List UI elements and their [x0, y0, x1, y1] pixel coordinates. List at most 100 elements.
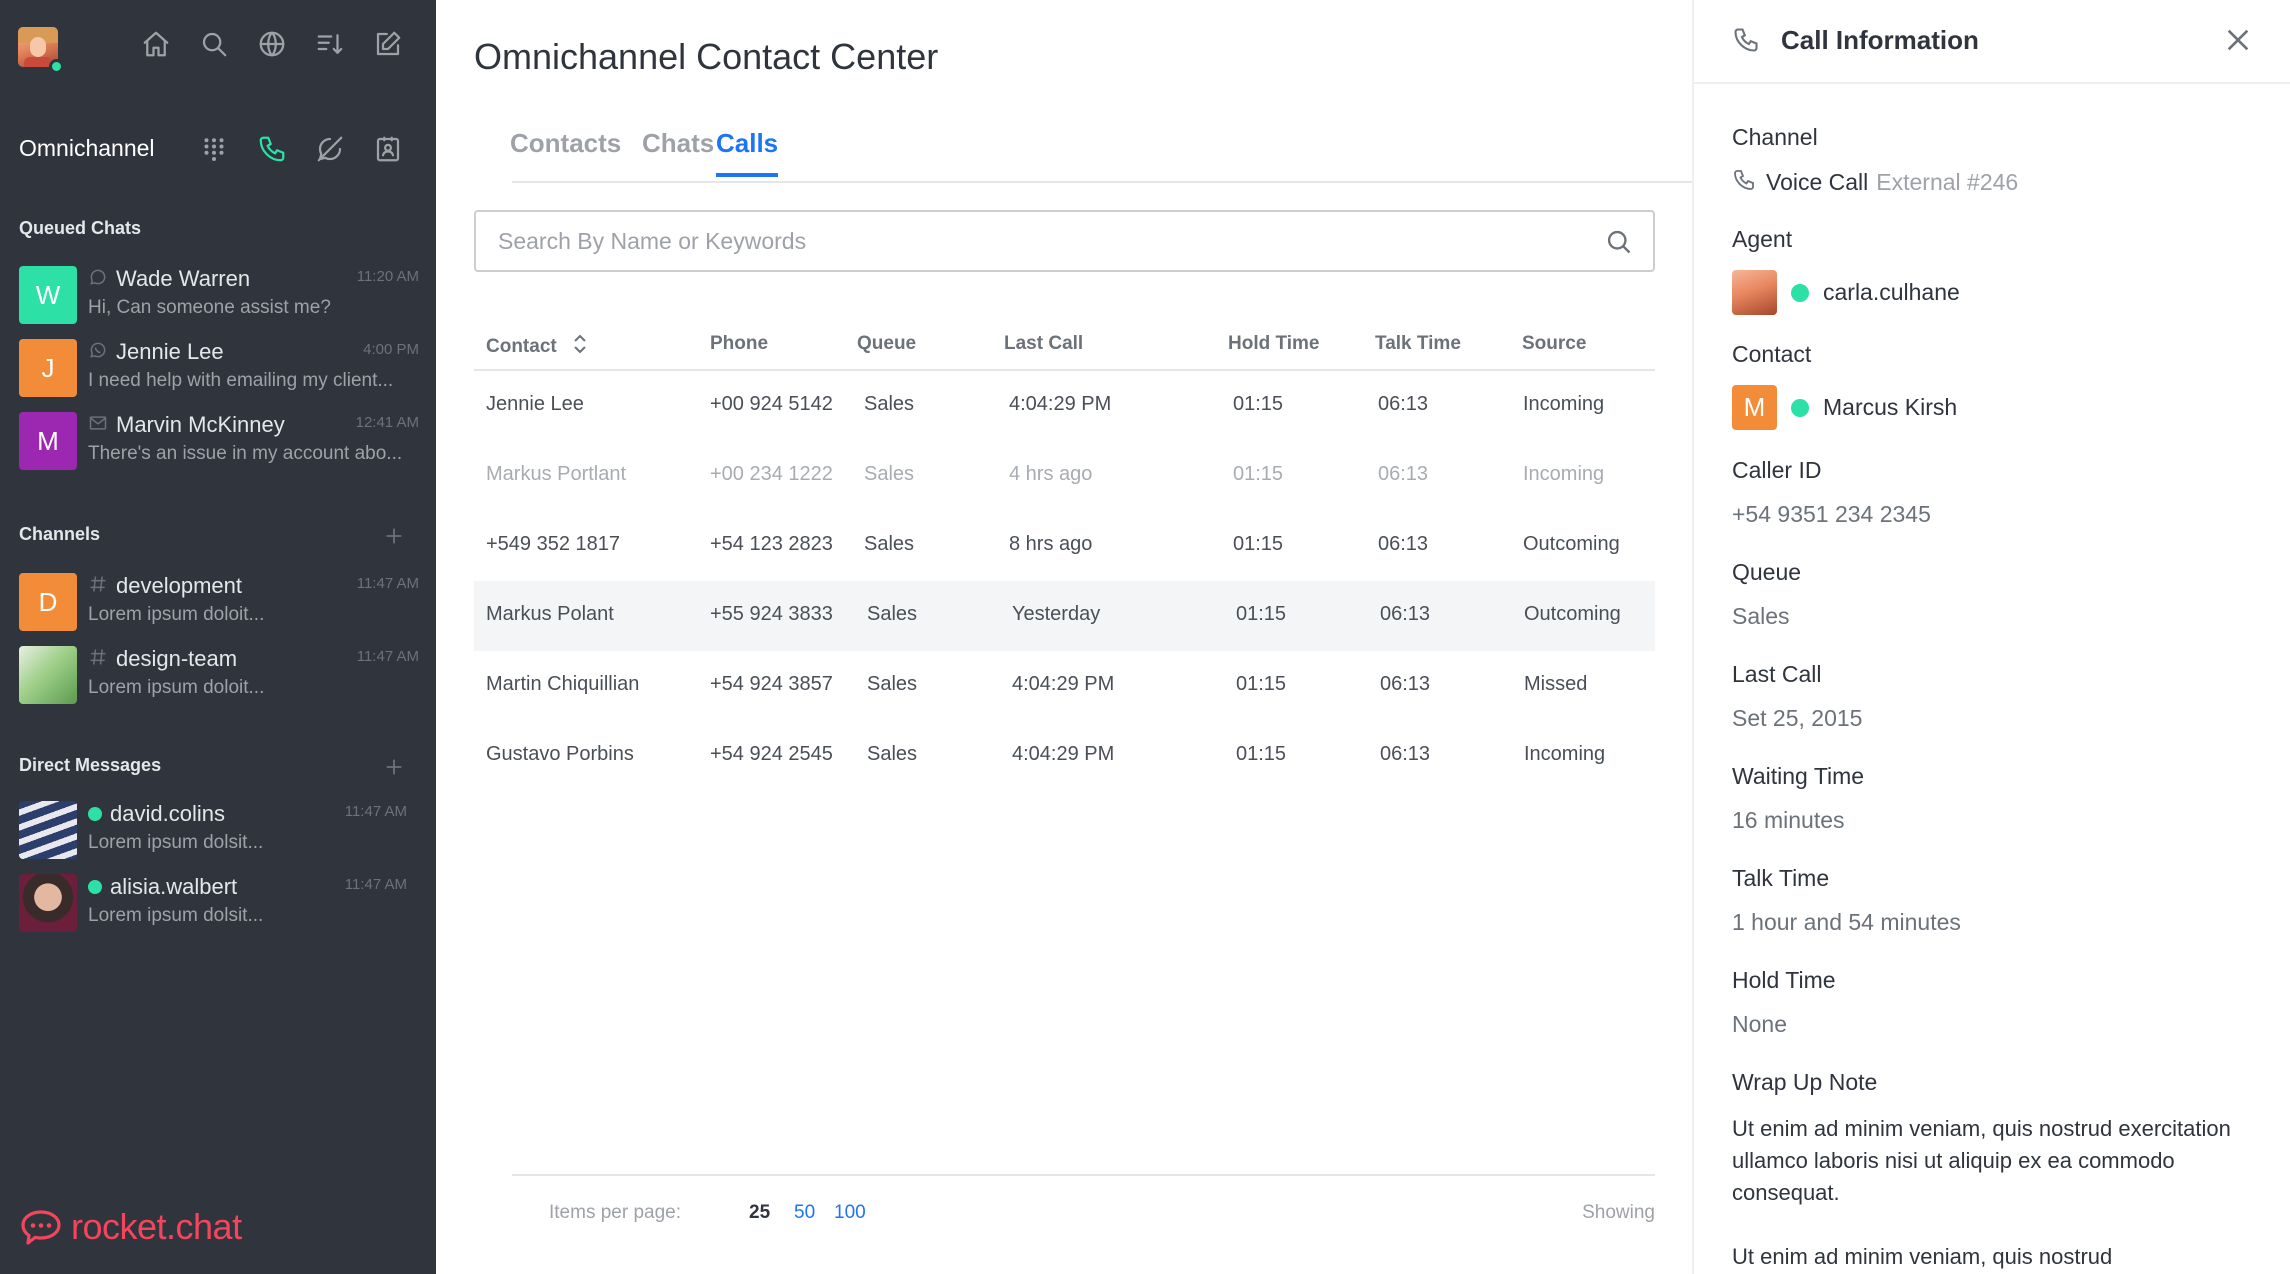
contact-label: Contact	[1732, 341, 1812, 367]
column-header-queue[interactable]: Queue	[857, 333, 916, 355]
cell-queue: Sales	[864, 533, 915, 555]
cell-talk-time: 06:13	[1378, 393, 1429, 415]
panel-title: Call Information	[1781, 25, 1979, 55]
channel-value: Voice Call	[1766, 169, 1869, 195]
close-icon[interactable]	[2222, 24, 2254, 56]
search-input[interactable]	[498, 224, 1578, 258]
dialpad-icon[interactable]	[198, 133, 230, 165]
tab-calls[interactable]: Calls	[716, 128, 779, 177]
directory-globe-icon[interactable]	[256, 28, 288, 60]
dm-item[interactable]: david.colins 11:47 AM Lorem ipsum dolsit…	[19, 797, 419, 865]
dm-item[interactable]: alisia.walbert 11:47 AM Lorem ipsum dols…	[19, 870, 419, 938]
channel-extension: External #246	[1876, 169, 2019, 195]
hashtag-icon	[88, 574, 108, 599]
add-dm-plus-icon[interactable]	[383, 756, 405, 778]
search-icon[interactable]	[198, 28, 230, 60]
table-row[interactable]: Martin Chiquillian +54 924 3857 Sales 4:…	[474, 651, 1655, 721]
caller-id-value: +54 9351 234 2345	[1732, 501, 1931, 527]
avatar: W	[19, 266, 77, 324]
phone-icon[interactable]	[256, 133, 288, 165]
cell-queue: Sales	[867, 603, 918, 625]
rocket-logo-icon	[21, 1210, 61, 1245]
cell-hold-time: 01:15	[1233, 463, 1284, 485]
agent-row[interactable]: carla.culhane	[1732, 270, 1960, 315]
cell-queue: Sales	[864, 393, 915, 415]
column-header-source[interactable]: Source	[1522, 333, 1586, 355]
table-row[interactable]: +549 352 1817 +54 123 2823 Sales 8 hrs a…	[474, 511, 1655, 581]
sort-icon[interactable]	[572, 333, 588, 361]
hashtag-icon	[88, 647, 108, 672]
cell-contact: Markus Polant	[486, 603, 614, 625]
queued-chat-item[interactable]: J Jennie Lee 4:00 PM I need help with em…	[19, 335, 419, 403]
dm-time: 11:47 AM	[344, 876, 407, 893]
tab-contacts[interactable]: Contacts	[510, 128, 621, 173]
search-icon[interactable]	[1605, 228, 1633, 256]
table-row-selected[interactable]: Markus Polant +55 924 3833 Sales Yesterd…	[474, 581, 1655, 651]
hold-time-label: Hold Time	[1732, 967, 1836, 993]
showing-count: Showing	[1582, 1202, 1655, 1223]
omnichannel-title: Omnichannel	[19, 135, 155, 161]
cell-talk-time: 06:13	[1378, 533, 1429, 555]
direct-messages-heading: Direct Messages	[19, 755, 162, 775]
table-row[interactable]: Gustavo Porbins +54 924 2545 Sales 4:04:…	[474, 721, 1655, 791]
column-header-last-call[interactable]: Last Call	[1004, 333, 1083, 355]
cell-last-call: 4:04:29 PM	[1009, 393, 1112, 415]
channel-value-row: Voice Call External #246	[1732, 168, 2018, 197]
wrap-up-note-text: Ut enim ad minim veniam, quis nostrud ex…	[1732, 1116, 2231, 1205]
panel-header: Call Information	[1694, 0, 2290, 84]
cell-queue: Sales	[867, 743, 918, 765]
chat-off-icon[interactable]	[314, 133, 346, 165]
channel-image-avatar	[19, 646, 77, 704]
avatar: M	[1732, 385, 1777, 430]
channel-item[interactable]: design-team 11:47 AM Lorem ipsum doloit.…	[19, 642, 419, 710]
cell-queue: Sales	[867, 673, 918, 695]
per-page-25[interactable]: 25	[749, 1202, 770, 1224]
contact-book-icon[interactable]	[372, 133, 404, 165]
new-message-icon[interactable]	[372, 28, 404, 60]
table-header: Contact Phone Queue Last Call Hold Time …	[474, 325, 1655, 371]
cell-hold-time: 01:15	[1236, 673, 1287, 695]
sort-icon[interactable]	[314, 28, 346, 60]
chat-name: Wade Warren	[116, 266, 251, 291]
channel-time: 11:47 AM	[356, 648, 419, 665]
call-information-panel: Call Information Channel Voice Call Exte…	[1692, 0, 2290, 1274]
table-row[interactable]: Markus Portlant +00 234 1222 Sales 4 hrs…	[474, 441, 1655, 511]
tab-chats[interactable]: Chats	[642, 128, 714, 173]
channels-heading: Channels	[19, 524, 101, 544]
cell-last-call: 4 hrs ago	[1009, 463, 1093, 485]
column-header-contact[interactable]: Contact	[486, 333, 588, 361]
cell-contact: Jennie Lee	[486, 393, 584, 415]
channel-label: Channel	[1732, 124, 1818, 150]
contact-row[interactable]: M Marcus Kirsh	[1732, 385, 1957, 430]
waiting-time-label: Waiting Time	[1732, 763, 1865, 789]
column-header-phone[interactable]: Phone	[710, 333, 768, 355]
cell-talk-time: 06:13	[1380, 673, 1431, 695]
per-page-100[interactable]: 100	[834, 1202, 866, 1224]
column-header-hold-time[interactable]: Hold Time	[1228, 333, 1320, 355]
cell-phone: +54 924 2545	[710, 743, 833, 765]
queue-value: Sales	[1732, 603, 1790, 629]
queued-chat-item[interactable]: W Wade Warren 11:20 AM Hi, Can someone a…	[19, 262, 419, 330]
agent-label: Agent	[1732, 226, 1793, 252]
table-row[interactable]: Jennie Lee +00 924 5142 Sales 4:04:29 PM…	[474, 371, 1655, 441]
cell-queue: Sales	[864, 463, 915, 485]
queued-chat-item[interactable]: M Marvin McKinney 12:41 AM There's an is…	[19, 408, 419, 476]
caller-id-label: Caller ID	[1732, 457, 1822, 483]
queue-label: Queue	[1732, 559, 1802, 585]
rocketchat-logo: rocket.chat	[19, 1205, 242, 1249]
sidebar-toolbar	[140, 28, 404, 60]
column-header-talk-time[interactable]: Talk Time	[1375, 333, 1461, 355]
agent-name: carla.culhane	[1823, 279, 1960, 305]
per-page-50[interactable]: 50	[794, 1202, 815, 1224]
cell-contact: Gustavo Porbins	[486, 743, 634, 765]
channel-item[interactable]: D development 11:47 AM Lorem ipsum doloi…	[19, 569, 419, 637]
avatar: J	[19, 339, 77, 397]
channel-time: 11:47 AM	[356, 575, 419, 592]
home-icon[interactable]	[140, 28, 172, 60]
add-channel-plus-icon[interactable]	[383, 525, 405, 547]
talk-time-value: 1 hour and 54 minutes	[1732, 909, 1961, 935]
wrap-up-note-label: Wrap Up Note	[1732, 1069, 1878, 1095]
chat-name: Jennie Lee	[116, 339, 224, 364]
phone-icon	[1732, 168, 1756, 197]
phone-icon	[1732, 26, 1760, 54]
